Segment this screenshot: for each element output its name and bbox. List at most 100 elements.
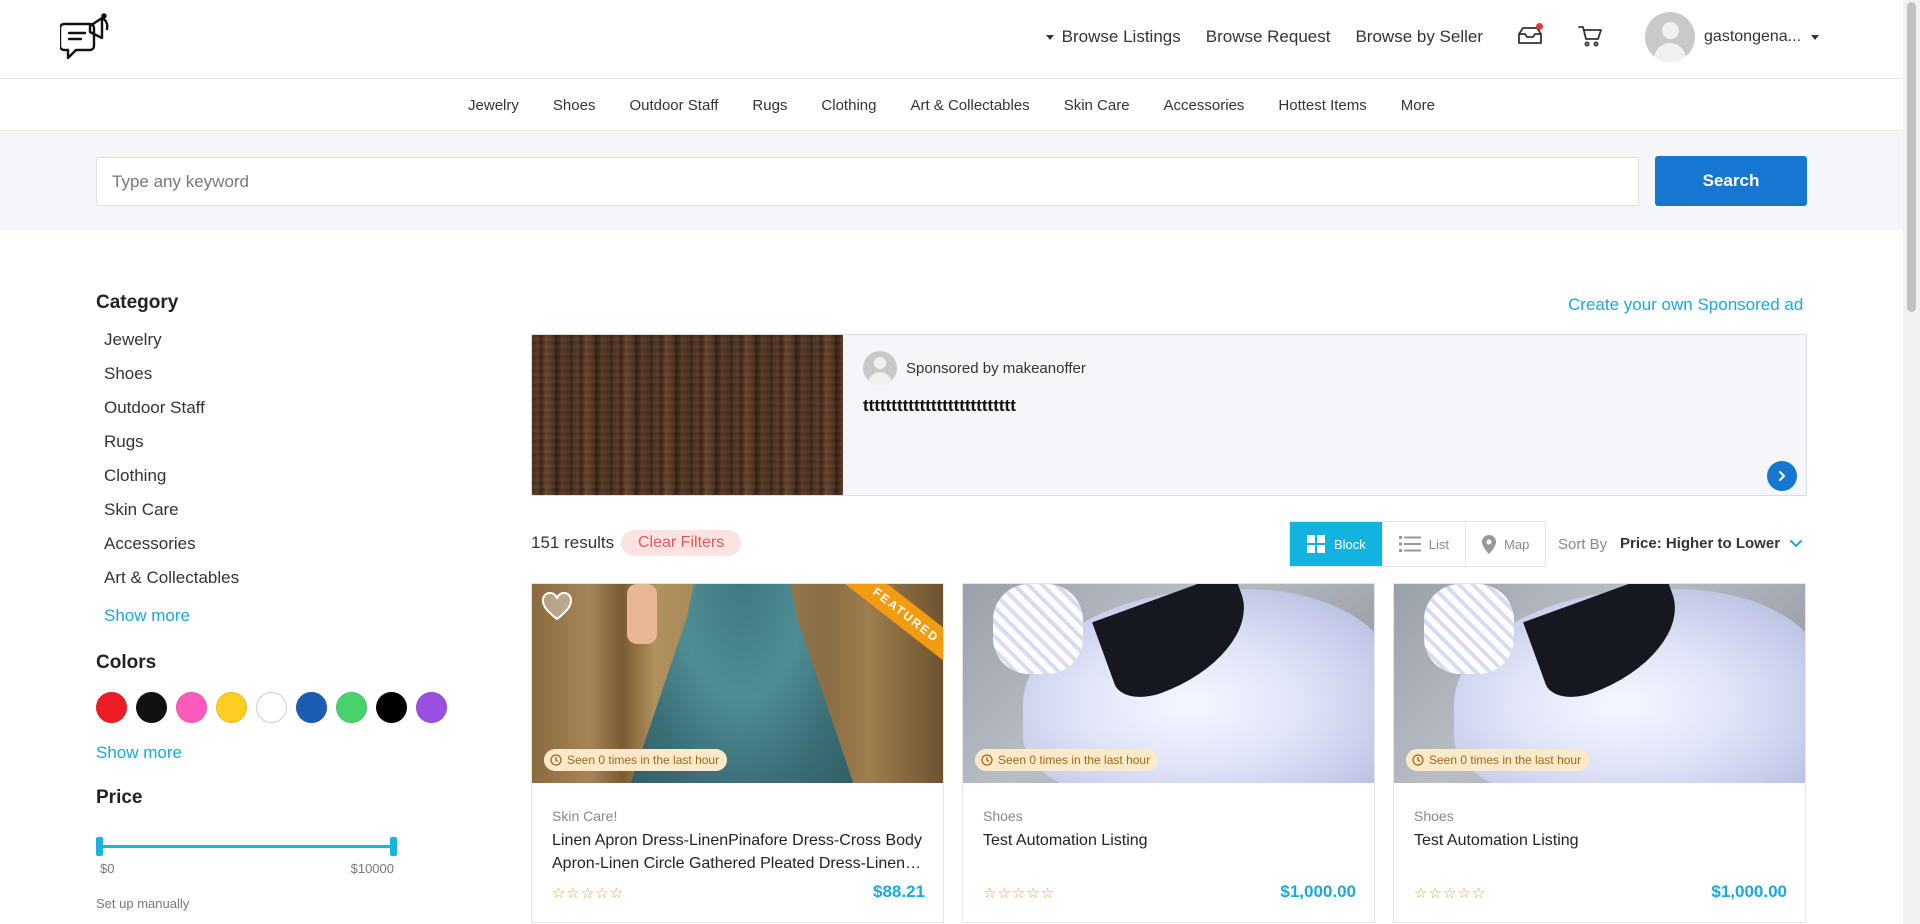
listing-card[interactable]: FEATURED Seen 0 times in the last hour S… bbox=[531, 583, 944, 923]
view-map-label: Map bbox=[1504, 536, 1530, 552]
listing-image: Seen 0 times in the last hour bbox=[1394, 584, 1805, 783]
browse-request-link[interactable]: Browse Request bbox=[1206, 27, 1331, 47]
sponsored-by-label: Sponsored by makeanoffer bbox=[906, 360, 1086, 377]
listing-card[interactable]: Seen 0 times in the last hour Shoes Test… bbox=[962, 583, 1375, 923]
seen-count-badge: Seen 0 times in the last hour bbox=[544, 749, 728, 771]
listing-title[interactable]: Linen Apron Dress-LinenPinafore Dress-Cr… bbox=[552, 829, 927, 875]
listing-category: Shoes bbox=[983, 808, 1023, 824]
chevron-down-icon bbox=[1790, 539, 1803, 547]
color-swatches bbox=[96, 692, 476, 723]
colors-show-more-link[interactable]: Show more bbox=[96, 743, 476, 763]
sort-dropdown[interactable]: Price: Higher to Lower bbox=[1620, 535, 1803, 552]
category-nav-more[interactable]: More bbox=[1401, 97, 1435, 114]
browse-by-seller-link[interactable]: Browse by Seller bbox=[1355, 27, 1483, 47]
sponsored-ad-banner[interactable]: Sponsored by makeanoffer ttttttttttttttt… bbox=[531, 334, 1807, 496]
category-nav-shoes[interactable]: Shoes bbox=[553, 97, 596, 114]
search-area: Search bbox=[0, 132, 1903, 230]
listing-price: $1,000.00 bbox=[1711, 882, 1787, 901]
category-nav-bar: Jewelry Shoes Outdoor Staff Rugs Clothin… bbox=[0, 80, 1903, 131]
seen-count-badge: Seen 0 times in the last hour bbox=[975, 749, 1159, 771]
category-filter-shoes[interactable]: Shoes bbox=[96, 363, 476, 397]
color-swatch-black-2[interactable] bbox=[376, 692, 407, 723]
listing-category: Skin Care! bbox=[552, 808, 618, 824]
cart-icon[interactable] bbox=[1577, 24, 1605, 50]
clock-icon bbox=[1412, 754, 1424, 766]
category-nav-skin-care[interactable]: Skin Care bbox=[1064, 97, 1130, 114]
price-slider-track bbox=[100, 845, 393, 848]
category-filter-outdoor-staff[interactable]: Outdoor Staff bbox=[96, 397, 476, 431]
price-heading: Price bbox=[96, 787, 143, 808]
category-filter-clothing[interactable]: Clothing bbox=[96, 465, 476, 499]
listing-price: $1,000.00 bbox=[1280, 882, 1356, 901]
caret-down-icon bbox=[1045, 34, 1054, 40]
category-show-more-link[interactable]: Show more bbox=[96, 606, 476, 626]
search-input[interactable] bbox=[96, 157, 1639, 206]
rating-stars: ☆ ☆ ☆ ☆ ☆ bbox=[983, 885, 1055, 902]
seen-count-text: Seen 0 times in the last hour bbox=[1429, 753, 1582, 767]
filter-sidebar: Category Jewelry Shoes Outdoor Staff Rug… bbox=[96, 292, 476, 911]
top-nav: Browse Listings Browse Request Browse by… bbox=[1021, 12, 1819, 62]
category-nav-outdoor-staff[interactable]: Outdoor Staff bbox=[629, 97, 718, 114]
color-swatch-purple[interactable] bbox=[416, 692, 447, 723]
view-list-button[interactable]: List bbox=[1381, 522, 1465, 566]
price-min-handle[interactable] bbox=[96, 837, 103, 856]
color-swatch-red[interactable] bbox=[96, 692, 127, 723]
listing-title[interactable]: Test Automation Listing bbox=[983, 829, 1358, 852]
heart-icon[interactable] bbox=[541, 591, 573, 622]
browse-listings-menu[interactable]: Browse Listings bbox=[1045, 27, 1181, 47]
color-swatch-green[interactable] bbox=[336, 692, 367, 723]
view-map-button[interactable]: Map bbox=[1465, 522, 1545, 566]
sponsor-avatar bbox=[863, 351, 897, 385]
category-filter-art-collectables[interactable]: Art & Collectables bbox=[96, 567, 476, 601]
user-menu[interactable]: gastongena... bbox=[1645, 12, 1819, 62]
price-max-handle[interactable] bbox=[390, 837, 397, 856]
category-nav-hottest-items[interactable]: Hottest Items bbox=[1278, 97, 1366, 114]
category-filter-accessories[interactable]: Accessories bbox=[96, 533, 476, 567]
color-swatch-black[interactable] bbox=[136, 692, 167, 723]
rating-stars: ☆ ☆ ☆ ☆ ☆ bbox=[1414, 885, 1486, 902]
sponsored-ad-text: ttttttttttttttttttttttttttt bbox=[863, 396, 1016, 415]
category-nav-rugs[interactable]: Rugs bbox=[752, 97, 787, 114]
category-heading: Category bbox=[96, 292, 179, 313]
chevron-right-icon[interactable] bbox=[1767, 461, 1797, 491]
color-swatch-yellow[interactable] bbox=[216, 692, 247, 723]
scrollbar-thumb[interactable] bbox=[1907, 2, 1916, 312]
color-swatch-blue[interactable] bbox=[296, 692, 327, 723]
category-nav-art-collectables[interactable]: Art & Collectables bbox=[910, 97, 1029, 114]
search-button[interactable]: Search bbox=[1655, 156, 1807, 206]
logo-megaphone-chat-icon[interactable] bbox=[58, 12, 112, 66]
color-swatch-pink[interactable] bbox=[176, 692, 207, 723]
chevron-down-icon bbox=[1811, 34, 1819, 40]
price-range-labels: $0 $10000 bbox=[96, 861, 396, 876]
listing-title[interactable]: Test Automation Listing bbox=[1414, 829, 1789, 852]
listing-card[interactable]: Seen 0 times in the last hour Shoes Test… bbox=[1393, 583, 1806, 923]
username: gastongena... bbox=[1704, 28, 1801, 45]
listing-image: Seen 0 times in the last hour bbox=[963, 584, 1374, 783]
category-filter-rugs[interactable]: Rugs bbox=[96, 431, 476, 465]
category-list: Jewelry Shoes Outdoor Staff Rugs Clothin… bbox=[96, 329, 476, 601]
sort-value: Price: Higher to Lower bbox=[1620, 535, 1781, 552]
view-toggle: Block List Map bbox=[1289, 521, 1547, 567]
listing-price: $88.21 bbox=[873, 882, 925, 901]
view-block-label: Block bbox=[1334, 536, 1366, 552]
clear-filters-button[interactable]: Clear Filters bbox=[621, 530, 742, 556]
view-block-button[interactable]: Block bbox=[1290, 522, 1382, 566]
seen-count-badge: Seen 0 times in the last hour bbox=[1406, 749, 1590, 771]
category-nav-jewelry[interactable]: Jewelry bbox=[468, 97, 519, 114]
price-range-slider[interactable] bbox=[96, 837, 397, 857]
page-scrollbar[interactable] bbox=[1903, 0, 1920, 924]
color-swatch-white[interactable] bbox=[256, 692, 287, 723]
category-nav-clothing[interactable]: Clothing bbox=[821, 97, 876, 114]
grid-icon bbox=[1307, 535, 1325, 553]
list-icon bbox=[1398, 536, 1421, 552]
create-sponsored-ad-link[interactable]: Create your own Sponsored ad bbox=[1568, 295, 1803, 315]
top-header: Browse Listings Browse Request Browse by… bbox=[0, 0, 1903, 79]
clock-icon bbox=[550, 754, 562, 766]
featured-ribbon: FEATURED bbox=[838, 584, 943, 672]
inbox-icon[interactable] bbox=[1516, 23, 1544, 50]
category-nav-accessories[interactable]: Accessories bbox=[1164, 97, 1245, 114]
seen-count-text: Seen 0 times in the last hour bbox=[567, 753, 720, 767]
avatar bbox=[1645, 12, 1696, 62]
category-filter-skin-care[interactable]: Skin Care bbox=[96, 499, 476, 533]
category-filter-jewelry[interactable]: Jewelry bbox=[96, 329, 476, 363]
